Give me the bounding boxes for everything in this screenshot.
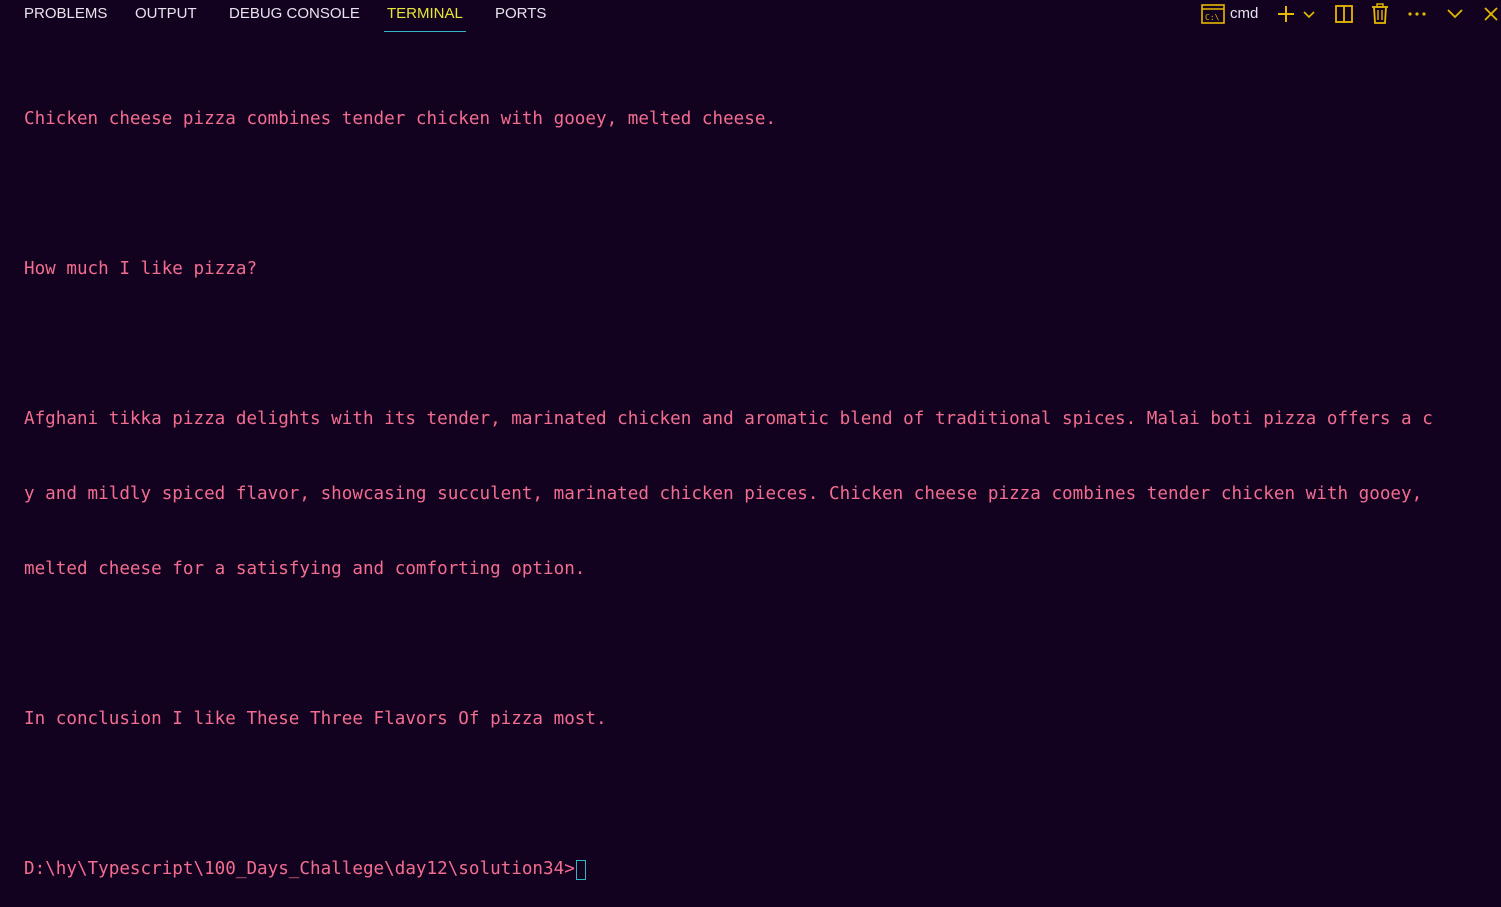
split-terminal-icon[interactable]	[1333, 3, 1355, 25]
terminal-prompt: D:\hy\Typescript\100_Days_Challege\day12…	[24, 859, 575, 879]
svg-text:C:\: C:\	[1205, 13, 1220, 22]
terminal-cursor	[575, 859, 586, 880]
chevron-down-icon[interactable]	[1301, 3, 1317, 25]
terminal-prompt-line[interactable]: D:\hy\Typescript\100_Days_Challege\day12…	[24, 857, 1494, 882]
terminal-output[interactable]: Chicken cheese pizza combines tender chi…	[24, 57, 1494, 907]
terminal-line: How much I like pizza?	[24, 259, 258, 279]
terminal-line: y and mildly spiced flavor, showcasing s…	[24, 484, 1423, 504]
terminal-line: In conclusion I like These Three Flavors…	[24, 709, 607, 729]
terminal-line: Afghani tikka pizza delights with its te…	[24, 409, 1433, 429]
ellipsis-icon[interactable]	[1406, 3, 1428, 25]
close-icon[interactable]	[1482, 3, 1500, 25]
terminal-line: melted cheese for a satisfying and comfo…	[24, 559, 586, 579]
terminal-cmd-icon[interactable]: C:\	[1201, 3, 1225, 25]
terminal-panel-header: PROBLEMS OUTPUT DEBUG CONSOLE TERMINAL P…	[0, 0, 1501, 34]
terminal-shell-label[interactable]: cmd	[1230, 3, 1258, 25]
terminal-line: Chicken cheese pizza combines tender chi…	[24, 109, 777, 129]
panel-actions: C:\ cmd	[0, 0, 1501, 34]
trash-icon[interactable]	[1369, 3, 1391, 25]
maximize-panel-chevron-icon[interactable]	[1445, 3, 1465, 25]
plus-icon[interactable]	[1275, 3, 1297, 25]
